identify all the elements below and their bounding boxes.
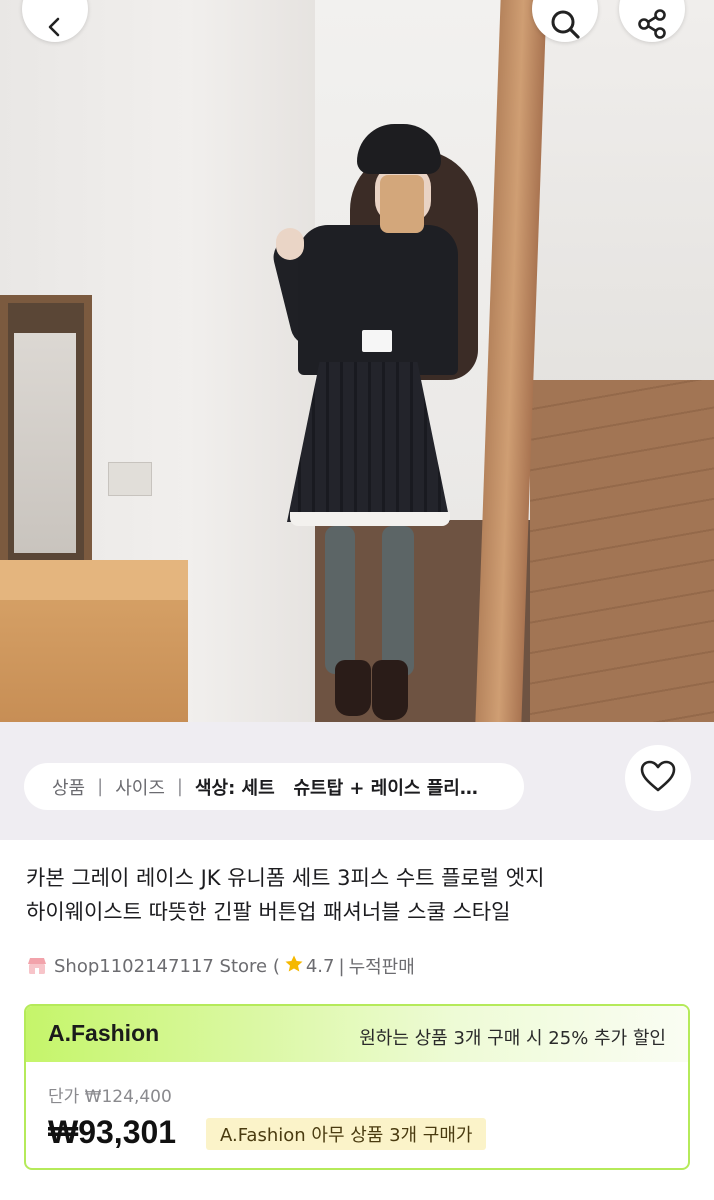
search-icon: [548, 0, 582, 45]
model-jacket: [298, 225, 458, 375]
model-shoe: [372, 660, 408, 720]
share-icon: [635, 0, 669, 45]
deal-tag: A.Fashion 아무 상품 3개 구매가: [206, 1118, 487, 1150]
photo-right-wall: [530, 0, 714, 400]
product-image[interactable]: [0, 0, 714, 722]
product-title-line-2: 하이웨이스트 따뜻한 긴팔 버튼업 패셔너블 스쿨 스타일: [26, 900, 511, 924]
star-icon: [284, 954, 304, 979]
model-leg: [325, 526, 355, 674]
model-skirt-lace: [290, 512, 450, 526]
option-product[interactable]: 상품: [52, 774, 85, 800]
store-name[interactable]: Shop1102147117 Store (: [54, 956, 280, 977]
option-size[interactable]: 사이즈: [115, 774, 165, 800]
unit-price: 단가 ₩124,400: [48, 1087, 172, 1107]
model-hand: [276, 228, 304, 260]
store-info[interactable]: Shop1102147117 Store ( 4.7 | 누적판매: [26, 953, 415, 979]
sale-price: ₩93,301: [48, 1114, 177, 1150]
model-shoe: [335, 660, 371, 716]
option-separator: |: [176, 776, 183, 797]
photo-light-switch: [108, 462, 152, 496]
deal-brand: A.Fashion: [48, 1020, 160, 1046]
model-id-badge: [362, 330, 392, 352]
option-selected-color[interactable]: 색상: 세트 슈트탑 + 레이스 플리…: [195, 774, 478, 800]
store-sales-label: 누적판매: [348, 957, 415, 978]
wishlist-button[interactable]: [625, 745, 691, 811]
deal-card-header: A.Fashion 원하는 상품 3개 구매 시 25% 추가 할인: [26, 1006, 688, 1062]
option-separator: |: [97, 776, 104, 797]
photo-right-floor: [530, 380, 714, 722]
store-divider: |: [338, 955, 345, 977]
product-title-line-1: 카본 그레이 레이스 JK 유니폼 세트 3피스 수트 플로럴 엣지: [26, 866, 545, 890]
deal-promo-text: 원하는 상품 3개 구매 시 25% 추가 할인: [359, 1028, 666, 1049]
heart-icon: [639, 759, 677, 797]
model-leg: [382, 526, 414, 676]
chevron-left-icon: [43, 0, 67, 43]
photo-mirror: [0, 295, 92, 595]
deal-card[interactable]: A.Fashion 원하는 상품 3개 구매 시 25% 추가 할인 단가 ₩1…: [24, 1004, 690, 1170]
photo-shelf-top: [0, 560, 188, 600]
model-phone: [380, 175, 424, 233]
store-icon: [26, 955, 48, 977]
store-rating: 4.7: [284, 954, 335, 979]
store-rating-value: 4.7: [305, 955, 335, 977]
option-selector[interactable]: 상품 | 사이즈 | 색상: 세트 슈트탑 + 레이스 플리…: [24, 763, 524, 810]
